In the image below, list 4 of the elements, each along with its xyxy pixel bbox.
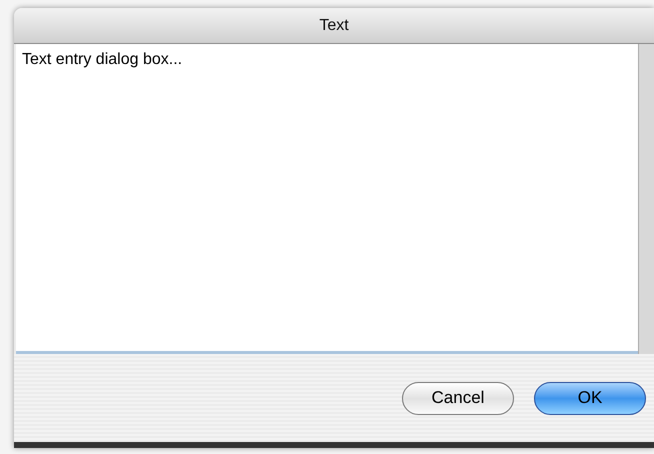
ok-button[interactable]: OK (534, 382, 646, 414)
window-title: Text (319, 16, 349, 36)
text-field[interactable]: Text entry dialog box... (16, 44, 638, 354)
cancel-button[interactable]: Cancel (402, 382, 514, 414)
